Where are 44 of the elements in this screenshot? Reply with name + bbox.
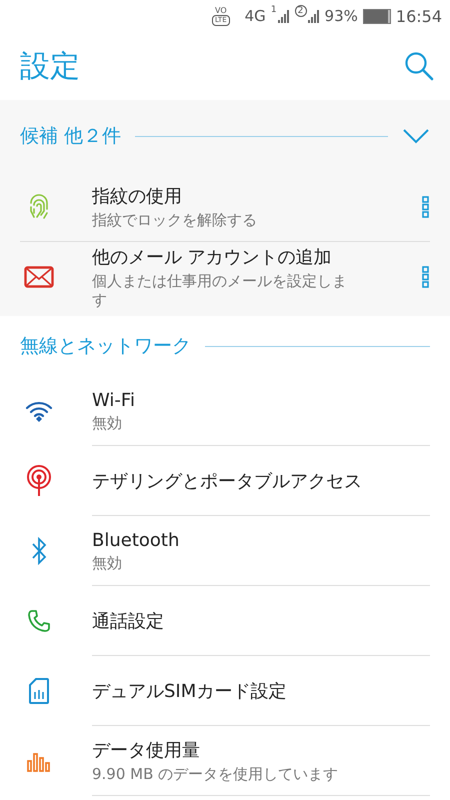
settings-item[interactable]: テザリングとポータブルアクセス: [0, 446, 450, 516]
item-title: デュアルSIMカード設定: [92, 680, 288, 703]
settings-item[interactable]: Bluetooth 無効: [0, 516, 450, 586]
item-title: テザリングとポータブルアクセス: [92, 470, 363, 493]
more-icon[interactable]: [422, 196, 430, 218]
item-title: Bluetooth: [92, 530, 180, 550]
section-title: 候補 他２件: [20, 124, 122, 149]
bluetooth-icon: [31, 537, 47, 565]
page-title: 設定: [20, 48, 80, 86]
signal-icon: [308, 10, 320, 22]
settings-item[interactable]: データ使用量 9.90 MB のデータを使用しています: [0, 726, 450, 796]
settings-item[interactable]: 通話設定: [0, 586, 450, 656]
network-type: 4G: [244, 7, 266, 25]
fingerprint-icon: [28, 193, 50, 221]
settings-item[interactable]: Wi-Fi 無効: [0, 376, 450, 446]
search-icon[interactable]: [404, 51, 434, 81]
suggestion-item[interactable]: 他のメール アカウントの追加 個人または仕事用のメールを設定します: [0, 242, 450, 312]
item-title: 指紋の使用: [92, 185, 183, 208]
item-subtitle: 9.90 MB のデータを使用しています: [92, 765, 340, 784]
hotspot-icon: [26, 465, 52, 497]
battery-icon: [362, 8, 391, 24]
signal-icon: [278, 10, 290, 22]
bar-chart-icon: [27, 750, 51, 772]
sim-number: 1: [270, 5, 277, 15]
item-title: 通話設定: [92, 610, 165, 633]
more-icon[interactable]: [422, 266, 430, 288]
battery-percent: 93%: [324, 7, 358, 25]
sim-number: 2: [294, 5, 307, 17]
wifi-icon: [25, 400, 53, 422]
item-title: Wi-Fi: [92, 390, 136, 410]
chevron-down-icon[interactable]: [402, 128, 430, 144]
item-subtitle: 個人または仕事用のメールを設定します: [92, 272, 348, 310]
settings-item[interactable]: デュアルSIMカード設定: [0, 656, 450, 726]
item-subtitle: 指紋でロックを解除する: [92, 211, 258, 230]
suggestion-item[interactable]: 指紋の使用 指紋でロックを解除する: [0, 172, 450, 242]
sim-card-icon: [29, 678, 49, 704]
item-subtitle: 無効: [92, 414, 123, 432]
phone-icon: [27, 609, 51, 633]
envelope-icon: [24, 266, 54, 288]
item-title: データ使用量: [92, 739, 201, 762]
item-subtitle: 無効: [92, 554, 123, 572]
item-title: 他のメール アカウントの追加: [92, 246, 333, 268]
clock: 16:54: [396, 6, 442, 26]
section-title: 無線とネットワーク: [20, 334, 191, 359]
